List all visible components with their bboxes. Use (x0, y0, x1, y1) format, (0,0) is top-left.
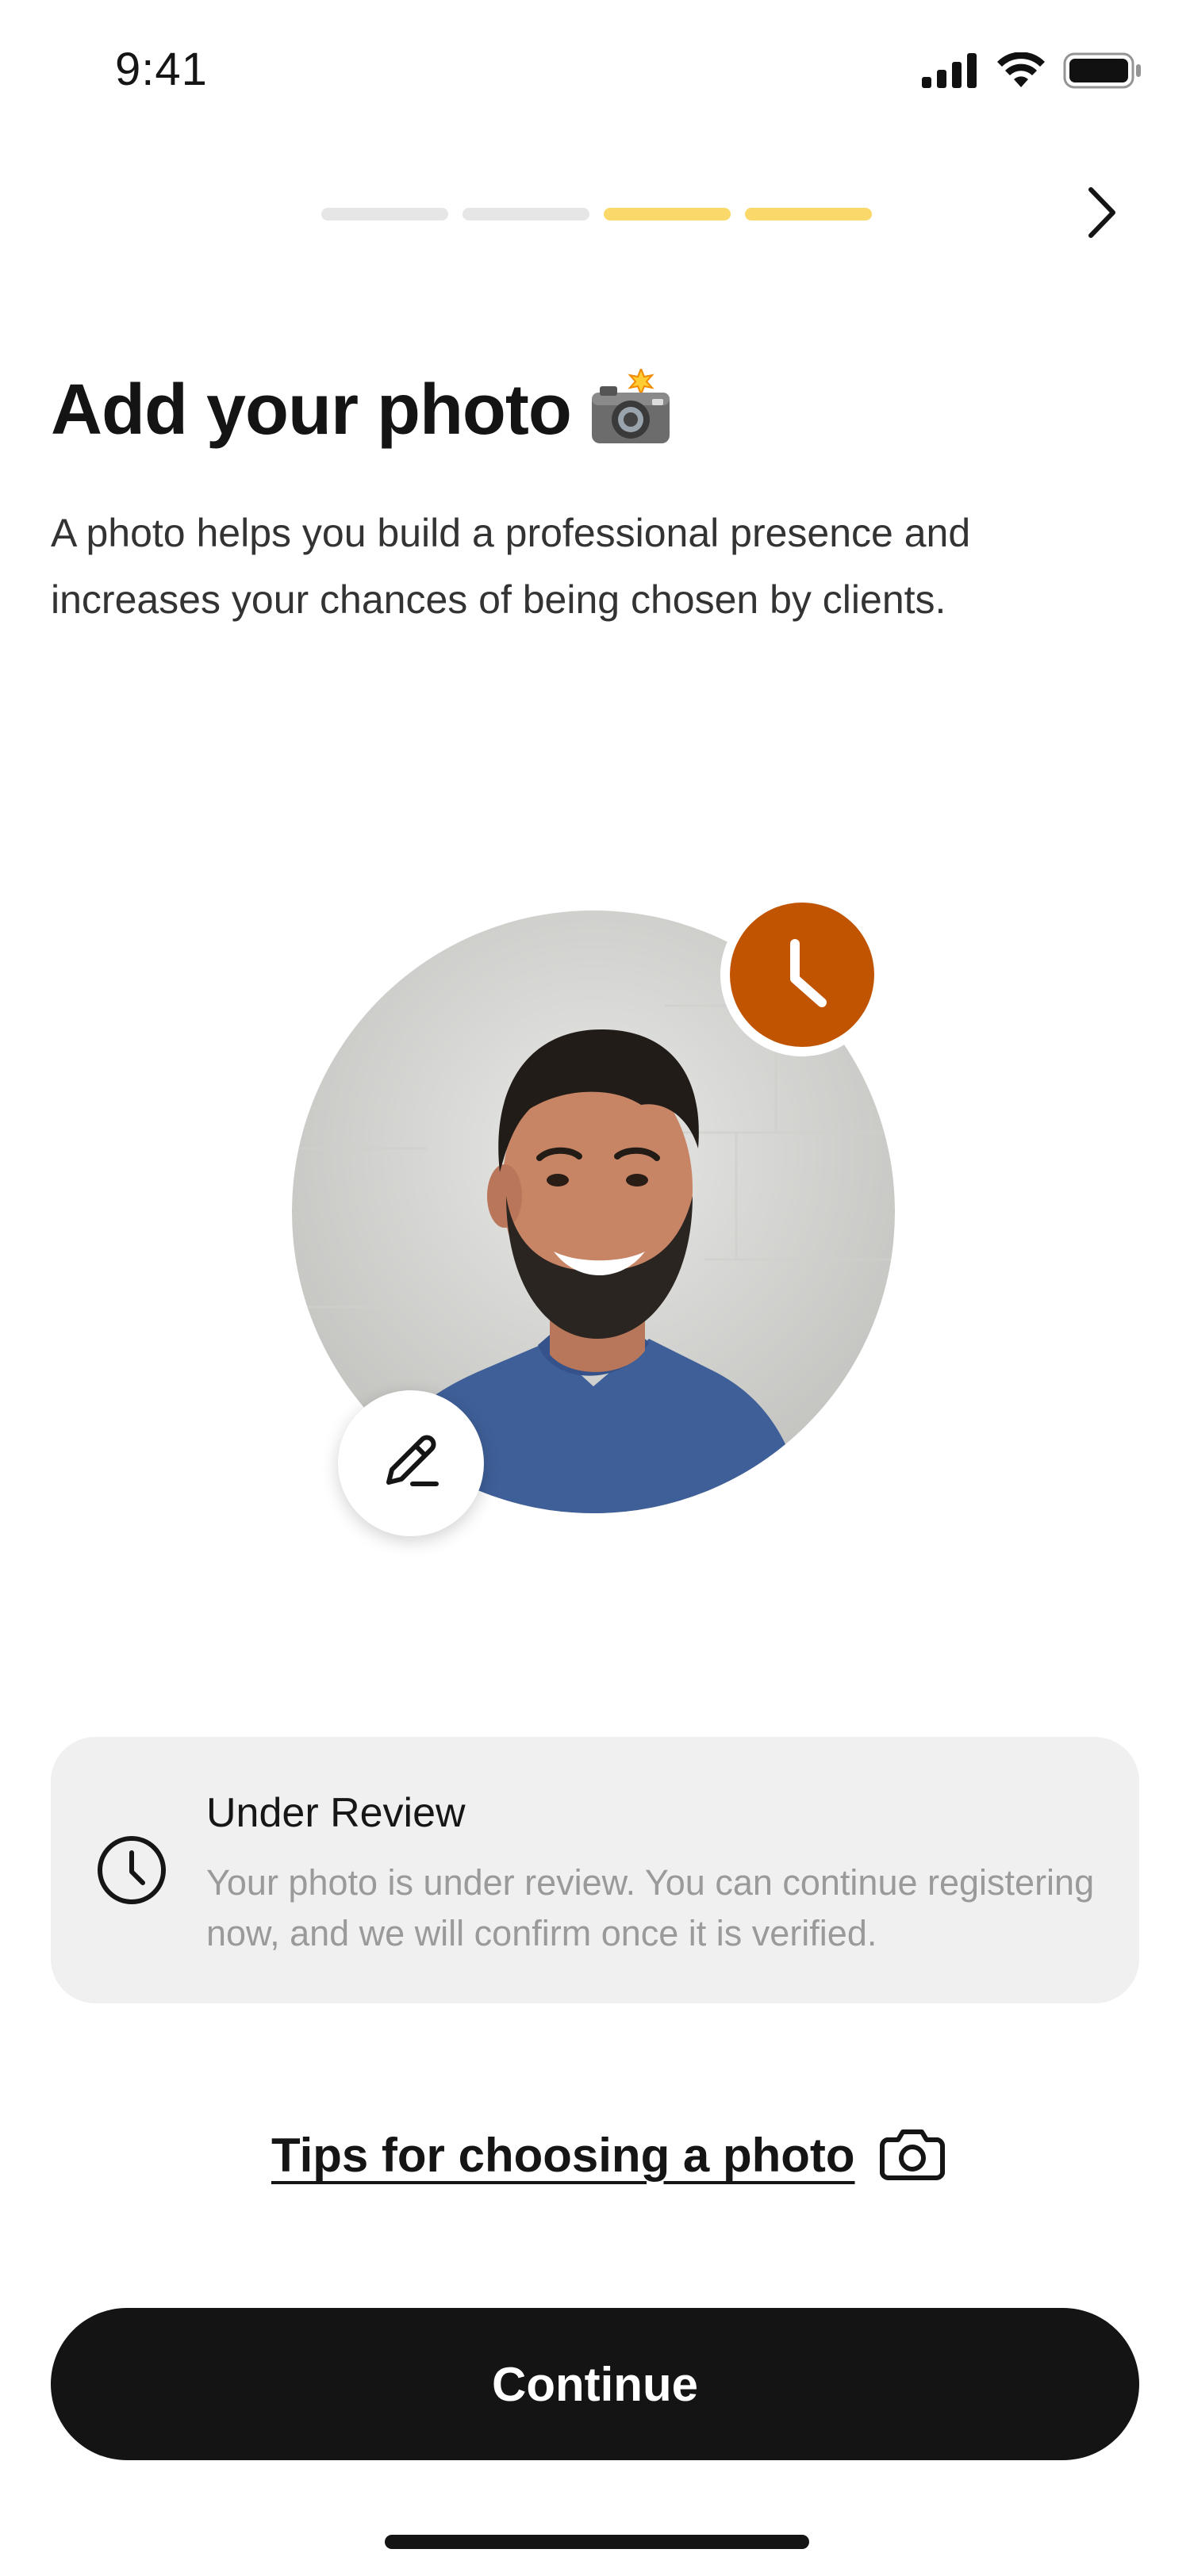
chevron-right-icon (1083, 183, 1123, 246)
progress-segment (463, 208, 589, 220)
status-time: 9:41 (115, 44, 208, 95)
review-status-badge (720, 893, 884, 1056)
review-title: Under Review (206, 1790, 466, 1836)
tips-row[interactable]: Tips for choosing a photo (271, 2124, 946, 2187)
camera-icon (879, 2124, 946, 2187)
clock-icon (92, 1830, 171, 1910)
review-text: Your photo is under review. You can cont… (206, 1862, 1095, 1953)
pencil-icon (378, 1428, 444, 1499)
profile-photo-area (292, 893, 895, 1536)
next-button[interactable] (1067, 178, 1138, 250)
review-status-card: Under Review Your photo is under review.… (51, 1737, 1139, 2003)
camera-flash-icon (587, 366, 674, 452)
continue-button[interactable]: Continue (51, 2308, 1139, 2460)
wifi-icon (996, 52, 1046, 93)
battery-icon (1063, 52, 1142, 93)
edit-photo-button[interactable] (338, 1390, 484, 1536)
progress-segment (745, 208, 872, 220)
page-title: Add your photo (51, 370, 572, 450)
progress-segment (321, 208, 448, 220)
progress-segment (604, 208, 731, 220)
status-icons (922, 52, 1142, 93)
status-bar: 9:41 (0, 0, 1190, 143)
home-indicator (385, 2535, 809, 2549)
signal-icon (922, 53, 979, 92)
page-subtitle: A photo helps you build a professional p… (51, 511, 971, 622)
tips-link[interactable]: Tips for choosing a photo (271, 2128, 855, 2183)
title-row: Add your photo (51, 366, 674, 452)
clock-icon (758, 930, 846, 1021)
onboarding-progress (321, 208, 872, 220)
